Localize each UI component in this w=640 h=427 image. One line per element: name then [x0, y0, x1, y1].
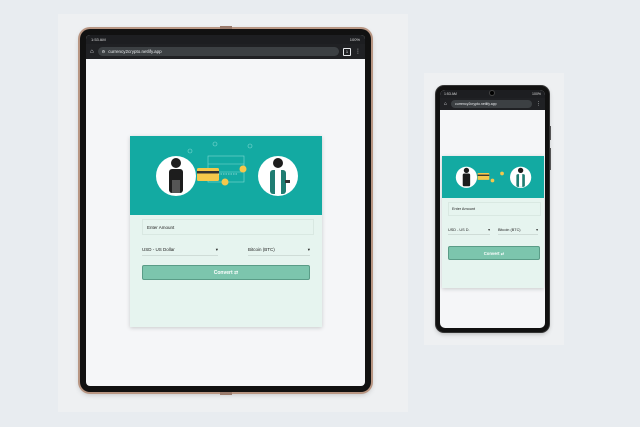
- address-bar[interactable]: ⚙ currency2crypto.netlify.app: [97, 47, 339, 56]
- convert-button[interactable]: Convert ⇄: [142, 265, 310, 280]
- status-battery: 100%: [349, 37, 360, 42]
- address-bar-url: currency2crypto.netlify.app: [108, 49, 162, 54]
- converter-card: Enter Amount USD - US D. ▾ Bitcoin (BTC)…: [442, 156, 544, 288]
- to-currency-select[interactable]: Bitcoin (BTC) ▾: [248, 244, 310, 256]
- amount-input[interactable]: Enter Amount: [448, 202, 541, 216]
- hero-illustration: [130, 136, 322, 215]
- address-bar[interactable]: currency2crypto.netlify.app: [451, 100, 532, 108]
- home-icon[interactable]: ⌂: [90, 49, 94, 55]
- status-time: 1:53 AM: [91, 37, 106, 42]
- status-battery: 100%: [532, 92, 541, 96]
- phone-device-frame: 1:53 AM 100% ⌂ currency2crypto.netlify.a…: [436, 86, 551, 332]
- home-icon[interactable]: ⌂: [444, 101, 447, 107]
- crypto-exchange-illustration: [455, 166, 532, 188]
- phone-power-button: [550, 126, 551, 140]
- from-currency-select[interactable]: USD - US D. ▾: [448, 225, 490, 235]
- browser-toolbar: ⌂ currency2crypto.netlify.app ⋮: [440, 98, 545, 110]
- convert-button[interactable]: Convert ⇄: [448, 246, 540, 260]
- menu-kebab-icon[interactable]: ⋮: [536, 101, 541, 107]
- chevron-down-icon: ▾: [215, 246, 218, 252]
- tablet-hinge-bottom: [220, 392, 232, 395]
- phone-screen: 1:53 AM 100% ⌂ currency2crypto.netlify.a…: [440, 90, 545, 328]
- front-camera: [490, 91, 494, 95]
- status-bar: 1:53 AM 100%: [86, 35, 365, 44]
- tablet-device-frame: 1:53 AM 100% ⌂ ⚙ currency2crypto.netlify…: [80, 26, 371, 395]
- converter-card: Enter Amount USD - US Dollar ▾ Bitcoin (…: [130, 136, 322, 327]
- status-time: 1:53 AM: [444, 92, 457, 96]
- to-currency-select[interactable]: Bitcoin (BTC) ▾: [498, 225, 538, 235]
- tab-switcher-icon[interactable]: 1: [343, 47, 351, 56]
- phone-volume-button: [550, 148, 551, 170]
- menu-kebab-icon[interactable]: ⋮: [355, 49, 361, 55]
- tablet-hinge-top: [220, 26, 232, 29]
- tablet-screen: 1:53 AM 100% ⌂ ⚙ currency2crypto.netlify…: [86, 35, 365, 386]
- browser-toolbar: ⌂ ⚙ currency2crypto.netlify.app 1 ⋮: [86, 44, 365, 59]
- hero-illustration: [442, 156, 544, 198]
- site-info-icon[interactable]: ⚙: [102, 49, 106, 54]
- to-currency-value: Bitcoin (BTC): [248, 247, 275, 252]
- crypto-exchange-illustration: [156, 141, 298, 196]
- from-currency-value: USD - US D.: [448, 227, 470, 232]
- amount-input[interactable]: Enter Amount: [142, 219, 314, 235]
- chevron-down-icon: ▾: [488, 228, 490, 232]
- chevron-down-icon: ▾: [307, 246, 310, 252]
- from-currency-value: USD - US Dollar: [142, 247, 175, 252]
- to-currency-value: Bitcoin (BTC): [498, 227, 521, 232]
- from-currency-select[interactable]: USD - US Dollar ▾: [142, 244, 218, 256]
- address-bar-url: currency2crypto.netlify.app: [455, 102, 497, 106]
- chevron-down-icon: ▾: [536, 228, 538, 232]
